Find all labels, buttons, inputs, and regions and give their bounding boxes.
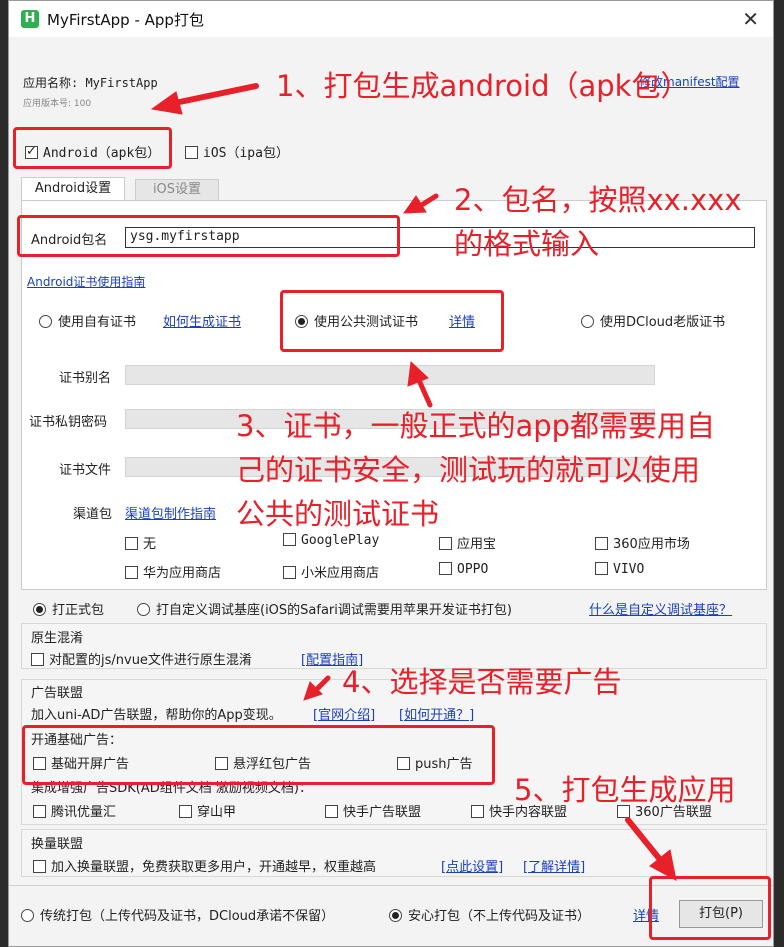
- annotation-step-3-line3: 公共的测试证书: [236, 497, 440, 531]
- annotation-step-1: 1、打包生成android（apk包）: [276, 69, 690, 103]
- annotation-step-3-line1: 3、证书，一般正式的app都需要用自: [236, 409, 716, 443]
- annotation-step-2-line2: 的格式输入: [454, 227, 600, 261]
- annotation-step-4: 4、选择是否需要广告: [342, 665, 622, 699]
- annotation-step-3-line2: 己的证书安全，测试玩的就可以使用: [236, 453, 701, 487]
- annotation-step-5: 5、打包生成应用: [514, 773, 736, 807]
- annotation-step-2-line1: 2、包名，按照xx.xxx: [454, 183, 742, 217]
